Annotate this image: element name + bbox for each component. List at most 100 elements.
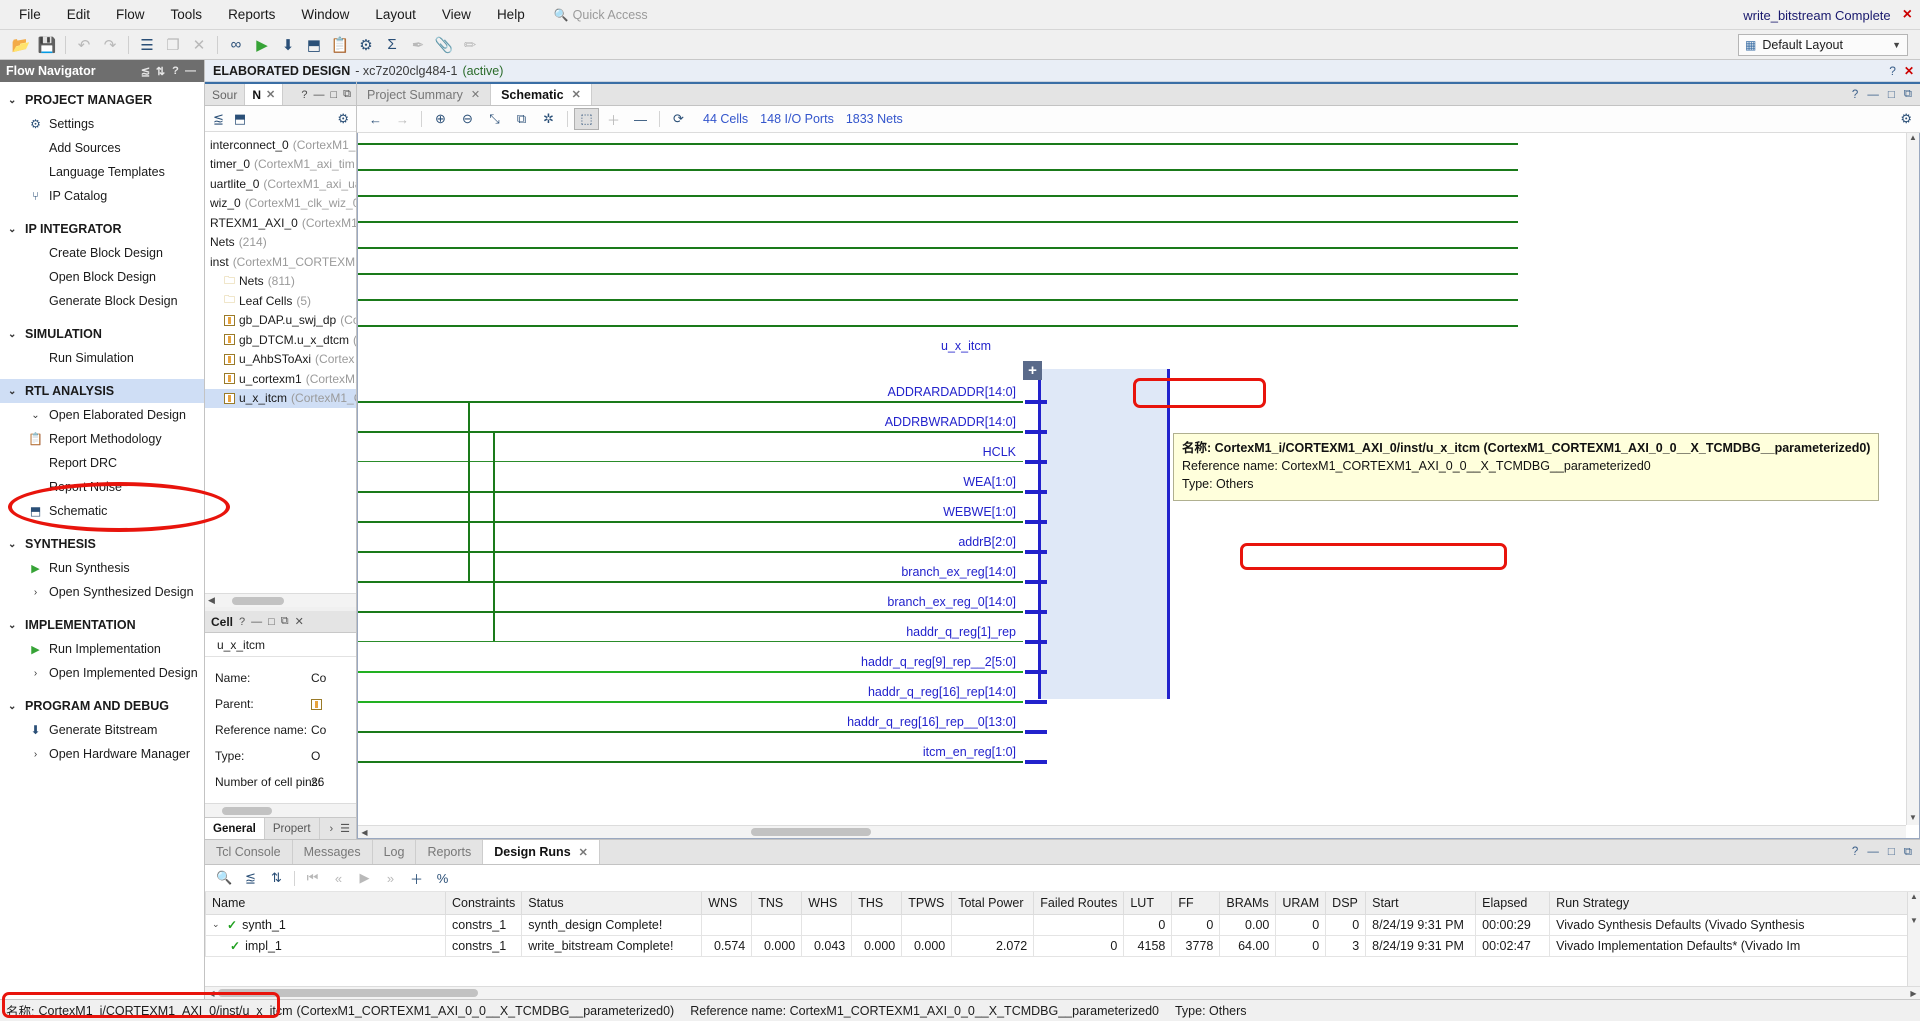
column-header-tns[interactable]: TNS: [751, 892, 803, 915]
column-header-failed-routes[interactable]: Failed Routes: [1033, 892, 1125, 915]
tab-tcl-console[interactable]: Tcl Console: [205, 840, 293, 864]
minimize-icon[interactable]: —: [251, 616, 262, 628]
menu-icon[interactable]: ☰: [340, 822, 350, 835]
close-icon[interactable]: ✕: [471, 88, 480, 101]
redo-icon[interactable]: ↷: [97, 33, 123, 57]
menu-layout[interactable]: Layout: [362, 3, 429, 26]
zoom-area-icon[interactable]: ⧉: [509, 108, 534, 130]
chevron-down-icon[interactable]: ⌄: [212, 919, 222, 930]
column-header-dsp[interactable]: DSP: [1325, 892, 1367, 915]
scroll-thumb[interactable]: [231, 596, 284, 605]
expand-cell-icon[interactable]: ⬚: [574, 108, 599, 130]
close-icon[interactable]: ✕: [295, 615, 304, 628]
table-row[interactable]: ⌄ ✓ synth_1 constrs_1 synth_design Complete!…: [205, 913, 1920, 936]
design-runs-table[interactable]: Name Constraints Status WNS TNS WHS THS TPWS Tot…: [205, 892, 1920, 957]
tab-design-runs[interactable]: Design Runs ✕: [483, 840, 600, 864]
flow-item-report-methodology[interactable]: 📋 Report Methodology: [0, 427, 204, 451]
remove-icon[interactable]: —: [628, 108, 653, 130]
runs-vertical-scrollbar[interactable]: ▲ ▼: [1907, 892, 1920, 986]
chevron-up-icon[interactable]: ▲: [1908, 892, 1920, 904]
tab-general[interactable]: General: [205, 818, 265, 839]
maximize-icon[interactable]: □: [1888, 89, 1895, 101]
column-header-lut[interactable]: LUT: [1123, 892, 1173, 915]
flow-item-open-implemented-design[interactable]: › Open Implemented Design: [0, 661, 204, 685]
column-header-constraints[interactable]: Constraints: [444, 892, 523, 915]
netlist-tree-item[interactable]: wiz_0 (CortexM1_clk_wiz_0: [205, 194, 356, 214]
chevron-right-icon[interactable]: ›: [329, 823, 333, 835]
quick-access-input[interactable]: 🔍 Quick Access: [554, 5, 704, 25]
column-header-uram[interactable]: URAM: [1275, 892, 1327, 915]
collapse-all-icon[interactable]: ⪍: [213, 111, 224, 127]
open-project-icon[interactable]: 📂: [8, 33, 34, 57]
menu-window[interactable]: Window: [288, 3, 362, 26]
schematic-icon[interactable]: ⬒: [234, 111, 246, 127]
float-icon[interactable]: ⧉: [1904, 846, 1912, 859]
undo-icon[interactable]: ↶: [71, 33, 97, 57]
tab-project-summary[interactable]: Project Summary ✕: [357, 84, 492, 105]
close-design-icon[interactable]: ✕: [186, 33, 212, 57]
chevron-left-icon[interactable]: ◀: [358, 828, 371, 837]
help-icon[interactable]: ?: [1852, 846, 1858, 858]
flow-item-open-hardware-manager[interactable]: › Open Hardware Manager: [0, 742, 204, 766]
minimize-icon[interactable]: —: [313, 89, 324, 101]
flow-item-generate-block-design[interactable]: Generate Block Design: [0, 289, 204, 313]
netlist-tree-item[interactable]: u_x_itcm (CortexM1_C: [205, 388, 356, 408]
zoom-in-icon[interactable]: ⊕: [428, 108, 453, 130]
menu-reports[interactable]: Reports: [215, 3, 288, 26]
tab-schematic[interactable]: Schematic ✕: [491, 84, 592, 105]
expand-block-button[interactable]: +: [1023, 361, 1042, 380]
column-header-status[interactable]: Status: [521, 892, 703, 915]
column-header-tpws[interactable]: TPWS: [901, 892, 953, 915]
close-icon[interactable]: ✕: [579, 846, 588, 859]
gear-icon[interactable]: ⚙: [337, 111, 349, 127]
flow-item-open-elaborated-design[interactable]: ⌄ Open Elaborated Design: [0, 403, 204, 427]
flow-item-run-simulation[interactable]: Run Simulation: [0, 346, 204, 370]
run-icon[interactable]: ▶: [249, 33, 275, 57]
maximize-icon[interactable]: □: [268, 616, 275, 628]
chevron-up-icon[interactable]: ▲: [1907, 133, 1919, 145]
collapse-all-icon[interactable]: ⪍: [239, 867, 262, 889]
column-header-start[interactable]: Start: [1365, 892, 1477, 915]
menu-help[interactable]: Help: [484, 3, 538, 26]
collapse-all-icon[interactable]: ⪍: [138, 65, 153, 78]
flow-section-implementation[interactable]: ⌄ IMPLEMENTATION: [0, 613, 204, 637]
binoculars-icon[interactable]: ∞: [223, 33, 249, 57]
netlist-tree-item[interactable]: RTEXM1_AXI_0(CortexM1_: [205, 213, 356, 233]
menu-flow[interactable]: Flow: [103, 3, 158, 26]
chevron-left-icon[interactable]: ◀: [208, 595, 215, 606]
column-header-ff[interactable]: FF: [1171, 892, 1221, 915]
netlist-tree-item[interactable]: inst (CortexM1_CORTEXM1: [205, 252, 356, 272]
minimize-icon[interactable]: —: [183, 65, 198, 77]
tab-sources[interactable]: Sour: [205, 84, 246, 105]
gear-icon[interactable]: ⚙: [1900, 111, 1912, 127]
prev-icon[interactable]: «: [327, 867, 350, 889]
close-icon[interactable]: ✕: [572, 88, 581, 101]
marker-icon[interactable]: ✒: [405, 33, 431, 57]
close-icon[interactable]: ✕: [1904, 64, 1914, 78]
minimize-icon[interactable]: —: [1867, 89, 1879, 101]
netlist-tree-item[interactable]: Nets (214): [205, 233, 356, 253]
help-icon[interactable]: ?: [1852, 89, 1858, 101]
column-header-brams[interactable]: BRAMs: [1219, 892, 1277, 915]
flow-section-ip-integrator[interactable]: ⌄ IP INTEGRATOR: [0, 217, 204, 241]
last-icon[interactable]: »: [379, 867, 402, 889]
close-icon[interactable]: ×: [1903, 7, 1912, 23]
canvas-vertical-scrollbar[interactable]: ▲ ▼: [1906, 133, 1919, 825]
flow-item-run-implementation[interactable]: ▶ Run Implementation: [0, 637, 204, 661]
float-icon[interactable]: ⧉: [281, 615, 289, 628]
menu-file[interactable]: File: [6, 3, 54, 26]
flow-section-program-and-debug[interactable]: ⌄ PROGRAM AND DEBUG: [0, 694, 204, 718]
flow-item-create-block-design[interactable]: Create Block Design: [0, 241, 204, 265]
column-header-name[interactable]: Name: [205, 892, 446, 915]
maximize-icon[interactable]: □: [330, 89, 337, 101]
next-icon[interactable]: ▶: [353, 867, 376, 889]
close-icon[interactable]: ✕: [266, 88, 275, 101]
netlist-tree[interactable]: interconnect_0 (CortexM1_ timer_0 (CortexM1…: [205, 132, 356, 593]
netlist-tree-item[interactable]: gb_DAP.u_swj_dp(Co: [205, 311, 356, 331]
netlist-horizontal-scrollbar[interactable]: ◀: [205, 593, 356, 607]
flow-item-generate-bitstream[interactable]: ⬇ Generate Bitstream: [0, 718, 204, 742]
scroll-thumb[interactable]: [222, 806, 272, 815]
netlist-tree-item[interactable]: 🗀 Nets (811): [205, 272, 356, 292]
flow-item-language-templates[interactable]: Language Templates: [0, 160, 204, 184]
report-methodology-icon[interactable]: 📋: [327, 33, 353, 57]
